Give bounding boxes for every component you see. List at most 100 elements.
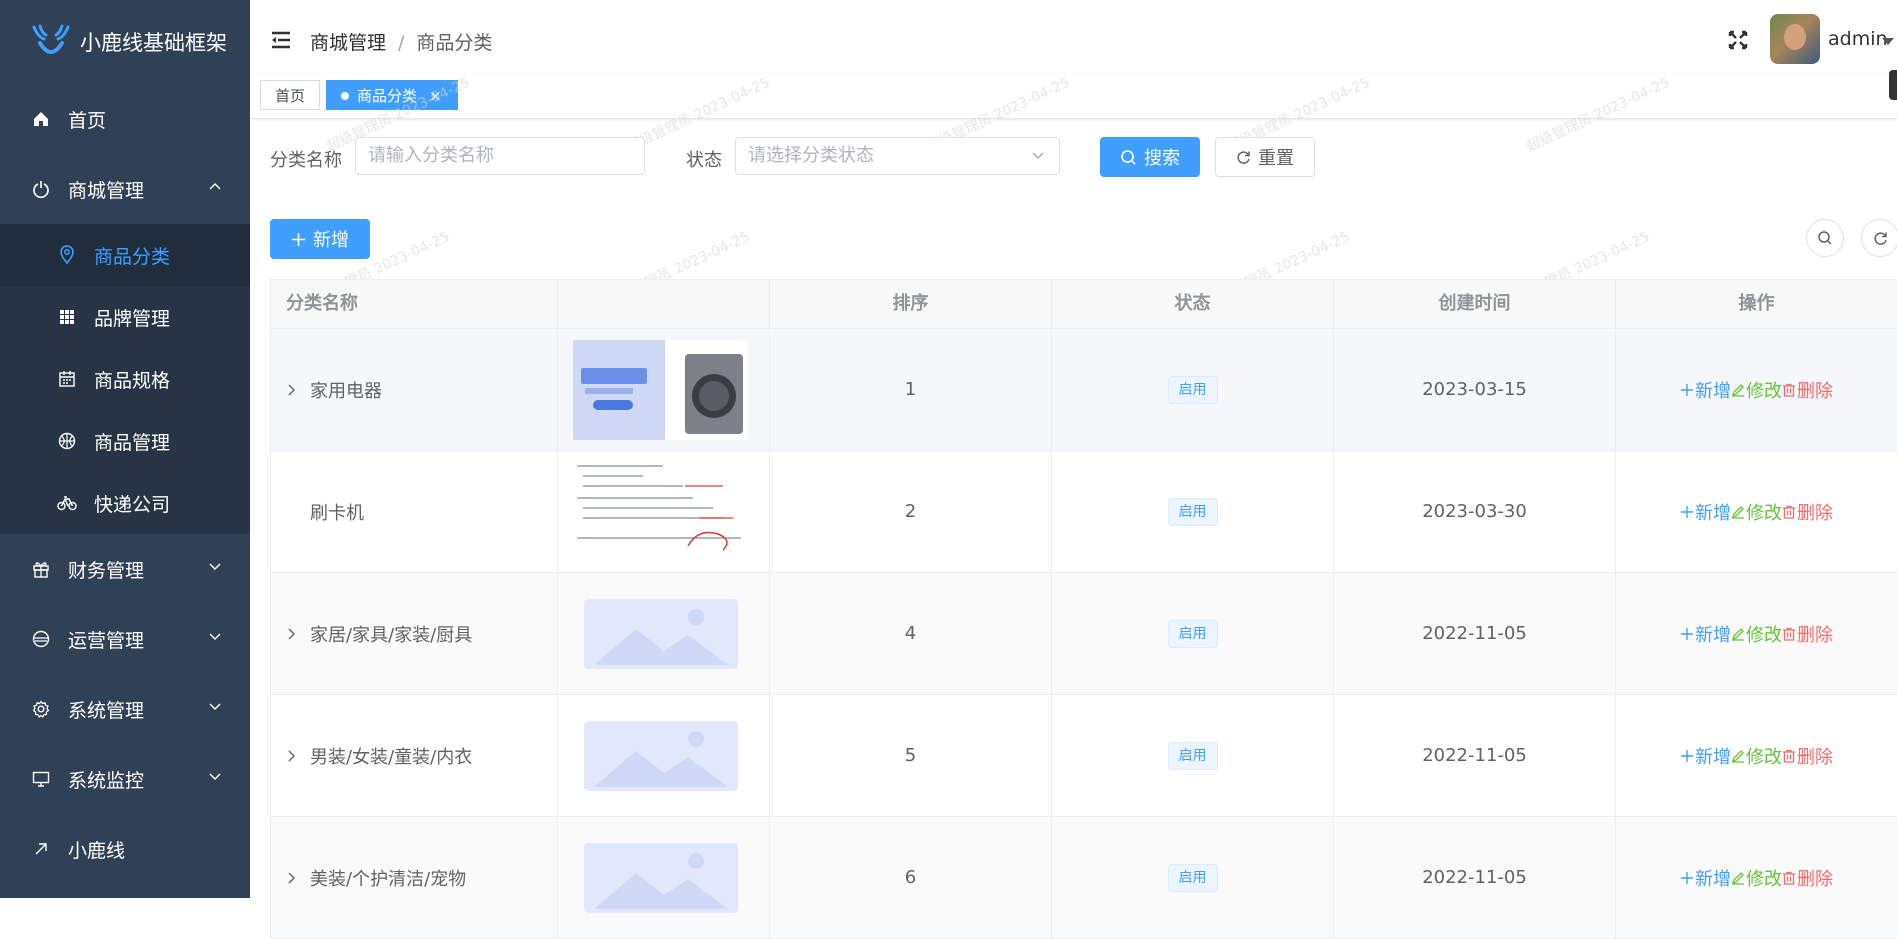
row-delete-button[interactable]: 删除 <box>1782 499 1833 525</box>
chevron-right-icon[interactable] <box>286 871 306 885</box>
category-name: 男装/女装/童装/内衣 <box>310 746 473 768</box>
toggle-search-button[interactable] <box>1806 219 1844 257</box>
breadcrumb-item[interactable]: 商城管理 <box>310 32 386 54</box>
sidebar-item-xiaoluxian[interactable]: 小鹿线 <box>0 814 250 884</box>
menu-fold-icon[interactable] <box>270 30 292 50</box>
plus-icon <box>1681 505 1693 518</box>
add-button[interactable]: 新增 <box>270 219 370 259</box>
status-cell: 启用 <box>1052 329 1334 450</box>
username[interactable]: admin <box>1828 28 1888 50</box>
side-handle[interactable] <box>1889 70 1897 100</box>
chevron-right-icon[interactable] <box>286 383 306 397</box>
image-placeholder-icon[interactable] <box>584 720 738 791</box>
table-row[interactable]: 美装/个护清洁/宠物 6 启用 2022-11-05 新增 修改 删除 <box>271 817 1897 939</box>
table-row[interactable]: 家用电器 1 启用 2023-03-15 新增 修改 删除 <box>271 329 1897 451</box>
row-edit-button[interactable]: 修改 <box>1731 743 1782 769</box>
sidebar-item-label: 财务管理 <box>68 559 145 582</box>
status-badge: 启用 <box>1167 497 1218 526</box>
sidebar-item-label: 品牌管理 <box>94 307 171 330</box>
document-screenshot-image[interactable] <box>573 461 748 562</box>
tag-home[interactable]: 首页 <box>260 80 320 110</box>
refresh-button[interactable] <box>1861 219 1897 257</box>
close-icon[interactable]: × <box>429 87 442 105</box>
sidebar-item-spec[interactable]: 商品规格 <box>0 348 250 410</box>
row-add-button[interactable]: 新增 <box>1680 621 1731 647</box>
sidebar-item-brand[interactable]: 品牌管理 <box>0 286 250 348</box>
plus-icon <box>1681 749 1693 762</box>
sidebar-item-label: 商品分类 <box>94 245 171 268</box>
chevron-right-icon[interactable] <box>286 627 306 641</box>
status-badge: 启用 <box>1167 863 1218 892</box>
bicycle-icon <box>56 492 78 514</box>
appliance-banner-image[interactable] <box>573 339 748 440</box>
tag-category[interactable]: 商品分类 × <box>326 80 458 110</box>
sort-cell: 1 <box>770 329 1052 450</box>
image-cell <box>558 573 770 694</box>
column-header: 分类名称 <box>271 280 558 328</box>
sidebar-item-goods[interactable]: 商品管理 <box>0 410 250 472</box>
edit-icon <box>1731 627 1744 641</box>
caret-down-icon[interactable] <box>1882 38 1894 45</box>
plus-icon <box>1681 871 1693 884</box>
monitor-icon <box>30 768 52 790</box>
chevron-down-icon <box>209 703 221 710</box>
search-button-label: 搜索 <box>1144 148 1180 169</box>
row-delete-button[interactable]: 删除 <box>1782 621 1833 647</box>
sidebar-item-mall[interactable]: 商城管理 <box>0 154 250 224</box>
row-delete-button[interactable]: 删除 <box>1782 743 1833 769</box>
row-add-button[interactable]: 新增 <box>1680 499 1731 525</box>
row-delete-button[interactable]: 删除 <box>1782 865 1833 891</box>
status-badge: 启用 <box>1167 619 1218 648</box>
row-add-button[interactable]: 新增 <box>1680 377 1731 403</box>
row-edit-button[interactable]: 修改 <box>1731 499 1782 525</box>
chevron-right-icon[interactable] <box>286 749 306 763</box>
row-add-button[interactable]: 新增 <box>1680 865 1731 891</box>
edit-icon <box>1731 749 1744 763</box>
avatar[interactable] <box>1770 14 1820 64</box>
name-input[interactable]: 请输入分类名称 <box>355 137 645 175</box>
refresh-icon <box>1237 150 1250 164</box>
image-cell <box>558 817 770 938</box>
row-add-button[interactable]: 新增 <box>1680 743 1731 769</box>
arrow-up-right-icon <box>30 838 52 860</box>
actions-cell: 新增 修改 删除 <box>1616 451 1897 572</box>
sidebar-item-label: 商品管理 <box>94 431 171 454</box>
row-edit-button[interactable]: 修改 <box>1731 865 1782 891</box>
image-placeholder-icon[interactable] <box>584 842 738 913</box>
created-cell: 2022-11-05 <box>1334 573 1616 694</box>
sidebar-item-finance[interactable]: 财务管理 <box>0 534 250 604</box>
created-cell: 2023-03-30 <box>1334 451 1616 572</box>
row-edit-button[interactable]: 修改 <box>1731 377 1782 403</box>
category-name: 美装/个护清洁/宠物 <box>310 868 467 890</box>
name-cell: 刷卡机 <box>271 451 558 572</box>
image-placeholder-icon[interactable] <box>584 598 738 669</box>
sidebar-item-system[interactable]: 系统管理 <box>0 674 250 744</box>
logo[interactable]: 小鹿线基础框架 <box>0 0 250 84</box>
image-cell <box>558 451 770 572</box>
tags-view: 首页 商品分类 × <box>250 74 1897 119</box>
fullscreen-icon[interactable] <box>1728 30 1748 50</box>
table-row[interactable]: 男装/女装/童装/内衣 5 启用 2022-11-05 新增 修改 删除 <box>271 695 1897 817</box>
name-cell: 家用电器 <box>271 329 558 450</box>
sidebar-item-home[interactable]: 首页 <box>0 84 250 154</box>
sidebar-item-express[interactable]: 快递公司 <box>0 472 250 534</box>
table-row[interactable]: 家居/家具/家装/厨具 4 启用 2022-11-05 新增 修改 删除 <box>271 573 1897 695</box>
table-row[interactable]: 刷卡机 2 启用 2023-03-30 新增 修改 删除 <box>271 451 1897 573</box>
search-button[interactable]: 搜索 <box>1100 137 1200 177</box>
home-icon <box>30 108 52 130</box>
basketball-icon <box>56 430 78 452</box>
gear-icon <box>30 698 52 720</box>
breadcrumb-item: 商品分类 <box>416 32 493 54</box>
row-delete-button[interactable]: 删除 <box>1782 377 1833 403</box>
name-cell: 美装/个护清洁/宠物 <box>271 817 558 938</box>
actions-cell: 新增 修改 删除 <box>1616 573 1897 694</box>
reset-button[interactable]: 重置 <box>1215 137 1315 177</box>
app-title: 小鹿线基础框架 <box>80 31 227 55</box>
sidebar-item-operation[interactable]: 运营管理 <box>0 604 250 674</box>
sidebar-item-category[interactable]: 商品分类 <box>0 224 250 286</box>
chevron-down-icon <box>1032 152 1044 160</box>
row-edit-button[interactable]: 修改 <box>1731 621 1782 647</box>
sidebar-item-label: 系统管理 <box>68 699 145 722</box>
status-select[interactable]: 请选择分类状态 <box>735 137 1060 175</box>
sidebar-item-monitor[interactable]: 系统监控 <box>0 744 250 814</box>
